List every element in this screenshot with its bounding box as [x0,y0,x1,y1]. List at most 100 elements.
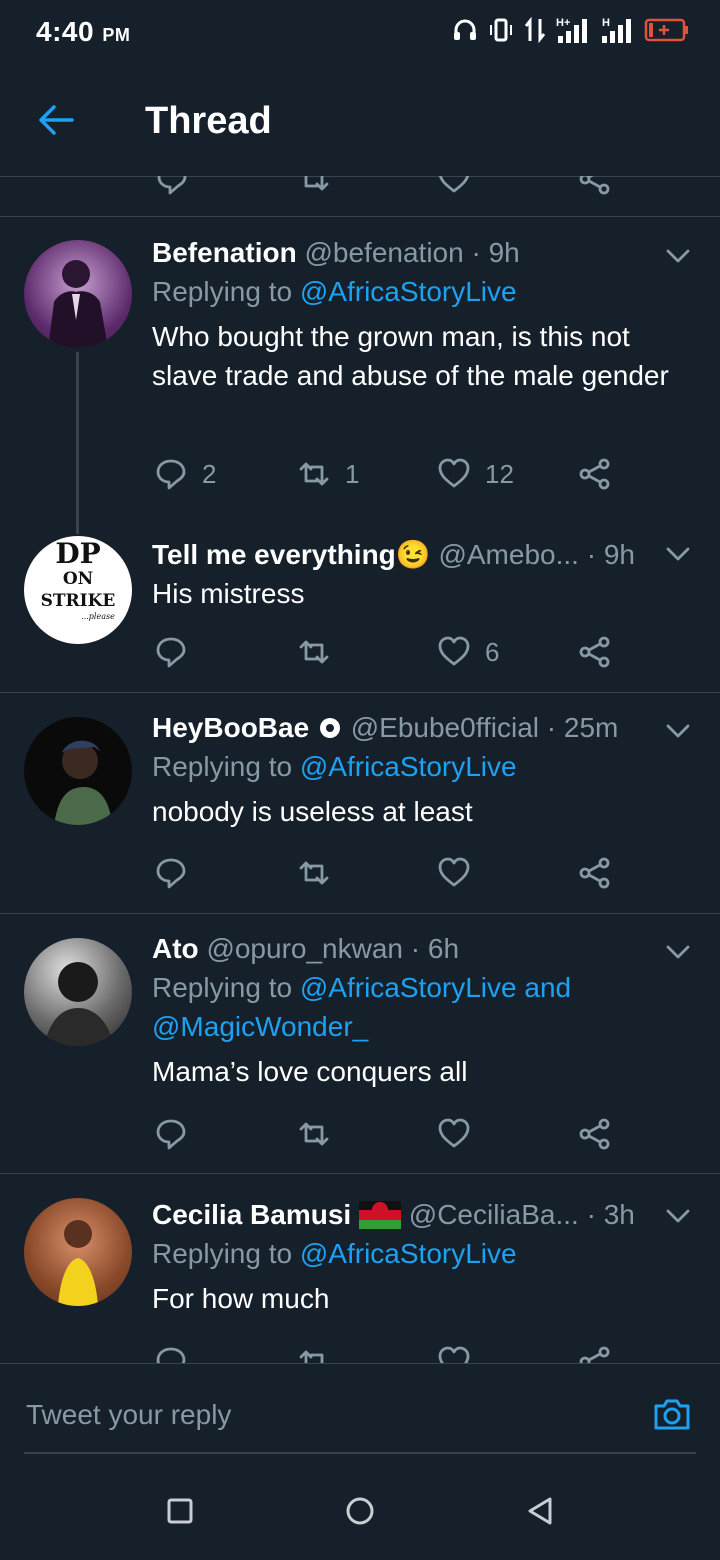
avatar-image [58,1220,98,1306]
verified-flower-icon [319,718,340,738]
tweet-text: His mistress [152,578,305,609]
retweet-button[interactable] [297,853,331,893]
display-name[interactable]: HeyBooBae [152,712,309,743]
share-icon [579,1118,610,1150]
avatar[interactable]: DP ON STRIKE ...please [24,536,132,644]
chevron-down-icon[interactable] [664,242,692,270]
handle[interactable]: @Ebube0fficial [351,712,539,743]
reply-button[interactable] [154,853,188,893]
retweet-icon [299,1350,324,1363]
battery-icon [644,18,688,42]
like-button[interactable]: 6 [437,632,499,672]
recents-square-icon[interactable] [162,1493,198,1529]
tweet[interactable]: HeyBooBae @Ebube0fficial · 25m Replying … [0,693,720,914]
share-icon [579,636,610,668]
tweet-actions [152,853,632,893]
share-icon[interactable] [578,176,612,196]
avatar-image [48,260,108,348]
share-button[interactable] [578,454,612,494]
timestamp: 9h [603,539,635,570]
back-triangle-icon[interactable] [522,1493,558,1529]
like-icon [438,1118,470,1148]
share-button[interactable] [578,1114,612,1154]
tweet[interactable]: DP ON STRIKE ...please Tell me everythin… [0,536,720,693]
like-icon [438,1346,470,1363]
home-circle-icon[interactable] [342,1493,378,1529]
signal-hplus-icon: H+ [556,17,587,43]
handle[interactable]: @befenation [304,237,463,268]
reply-icon [156,858,186,889]
handle[interactable]: @opuro_nkwan [206,933,403,964]
back-arrow-icon[interactable] [36,100,76,140]
headphones-icon [454,19,476,40]
share-button[interactable] [578,1342,612,1363]
display-name[interactable]: Ato [152,933,199,964]
vibrate-icon [490,18,512,42]
chevron-down-icon[interactable] [664,540,692,568]
retweet-icon [299,640,329,664]
tweet-actions: 2 1 12 [152,454,632,494]
tweet-header: Tell me everything😉 @Amebo... · 9h [152,539,635,570]
reply-input[interactable] [24,1386,628,1444]
tweet-text: Mama’s love conquers all [152,1056,468,1087]
retweet-button[interactable] [297,632,331,672]
mention-link[interactable]: @AfricaStoryLive and [300,972,571,1003]
tweet[interactable]: Ato @opuro_nkwan · 6h Replying to @Afric… [0,914,720,1174]
reply-button[interactable]: 2 [154,454,216,494]
page-title: Thread [145,100,272,142]
retweet-icon [299,861,329,885]
display-name[interactable]: Tell me everything [152,539,396,570]
retweet-button[interactable]: 1 [297,454,359,494]
retweet-button[interactable] [297,1342,331,1363]
chevron-down-icon[interactable] [664,717,692,745]
replying-to: Replying to @AfricaStoryLive [152,276,517,307]
replying-to: Replying to @AfricaStoryLive [152,751,517,782]
avatar[interactable] [24,240,132,348]
like-button[interactable] [437,1114,471,1154]
display-name[interactable]: Befenation [152,237,297,268]
like-icon[interactable] [437,176,471,196]
reply-button[interactable] [154,1114,188,1154]
tweet-text: nobody is useless at least [152,796,473,827]
tweet-actions [152,1342,632,1363]
reply-icon [156,459,186,490]
like-button[interactable] [437,853,471,893]
handle[interactable]: @CeciliaBa... [409,1199,579,1230]
share-button[interactable] [578,632,612,672]
tweet-actions: 6 [152,632,632,672]
system-nav-bar [0,1463,720,1560]
share-button[interactable] [578,853,612,893]
mention-link[interactable]: @MagicWonder_ [152,1011,368,1042]
retweet-icon[interactable] [297,176,331,196]
chevron-down-icon[interactable] [664,1202,692,1230]
data-transfer-icon [524,17,546,43]
tweet-header: Cecilia Bamusi @CeciliaBa... · 3h [152,1199,635,1230]
reply-count: 2 [202,458,217,489]
replying-to: Replying to @AfricaStoryLive and @MagicW… [152,972,572,1042]
like-button[interactable]: 12 [437,454,514,494]
tweet-text: Who bought the grown man, is this not sl… [152,321,669,391]
avatar[interactable] [24,938,132,1046]
retweet-button[interactable] [297,1114,331,1154]
avatar[interactable] [24,717,132,825]
display-name[interactable]: Cecilia Bamusi [152,1199,351,1230]
reply-icon[interactable] [155,176,189,196]
handle[interactable]: @Amebo... [438,539,578,570]
mention-link[interactable]: @AfricaStoryLive [300,1238,517,1269]
tweet[interactable]: Cecilia Bamusi @CeciliaBa... · 3h Replyi… [0,1174,720,1363]
chevron-down-icon[interactable] [664,938,692,966]
mention-link[interactable]: @AfricaStoryLive [300,751,517,782]
reply-button[interactable] [154,1342,188,1363]
reply-icon [156,1347,186,1363]
tweet-text: For how much [152,1283,330,1314]
camera-icon[interactable] [652,1394,692,1434]
reply-composer [0,1363,720,1464]
avatar[interactable] [24,1198,132,1306]
reply-button[interactable] [154,632,188,672]
previous-tweet-actions [0,176,720,217]
wink-emoji: 😉 [395,539,431,570]
mention-link[interactable]: @AfricaStoryLive [300,276,517,307]
status-icons: H+ H [452,16,690,44]
timestamp: 9h [488,237,520,268]
like-button[interactable] [437,1342,471,1363]
